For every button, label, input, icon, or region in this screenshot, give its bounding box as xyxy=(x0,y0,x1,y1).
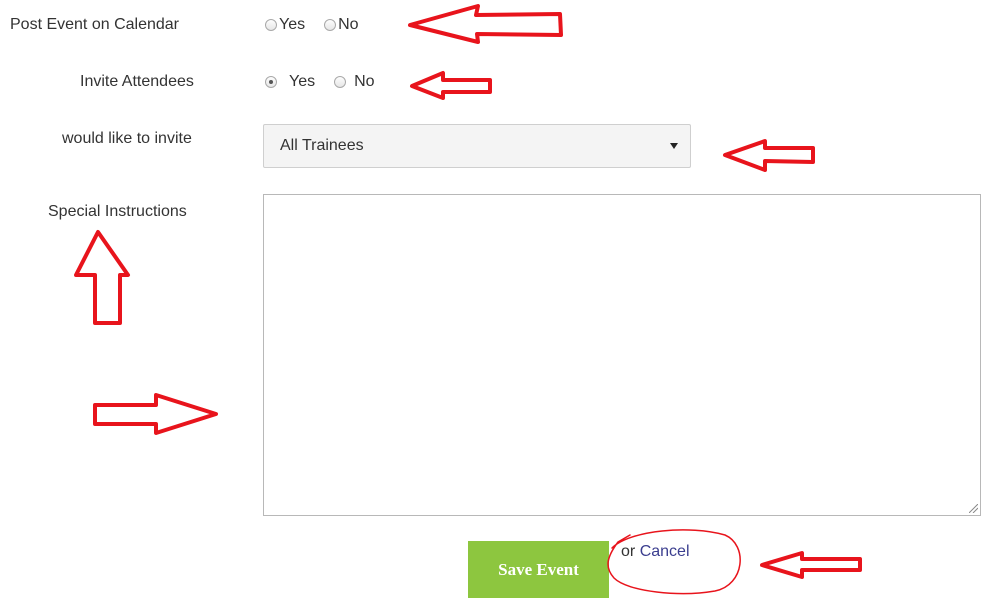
up-arrow-icon xyxy=(74,230,130,325)
left-arrow-icon xyxy=(760,551,862,579)
annotation-overlay xyxy=(74,4,862,595)
right-arrow-icon xyxy=(93,393,218,435)
left-arrow-icon xyxy=(408,4,563,44)
left-arrow-icon xyxy=(723,139,815,172)
cancel-circle-icon xyxy=(607,529,741,595)
left-arrow-icon xyxy=(410,71,492,100)
